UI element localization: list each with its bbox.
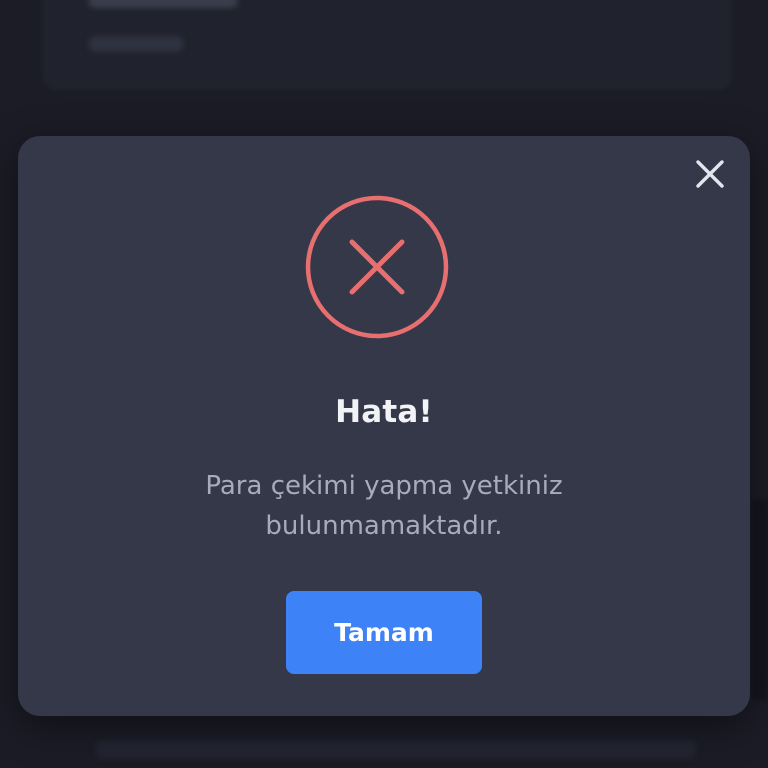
confirm-button[interactable]: Tamam [286, 591, 482, 674]
dialog-title: Hata! [335, 394, 433, 430]
error-circle-x-icon [304, 194, 450, 340]
page-backdrop: Hata! Para çekimi yapma yetkiniz bulunma… [0, 0, 768, 768]
background-text-line [88, 36, 184, 52]
close-button[interactable] [692, 156, 728, 192]
error-dialog: Hata! Para çekimi yapma yetkiniz bulunma… [18, 136, 750, 716]
close-icon[interactable] [692, 156, 728, 192]
background-text-line [88, 0, 238, 8]
dialog-message: Para çekimi yapma yetkiniz bulunmamaktad… [205, 471, 563, 541]
background-row [96, 740, 696, 758]
background-edge [752, 500, 768, 700]
